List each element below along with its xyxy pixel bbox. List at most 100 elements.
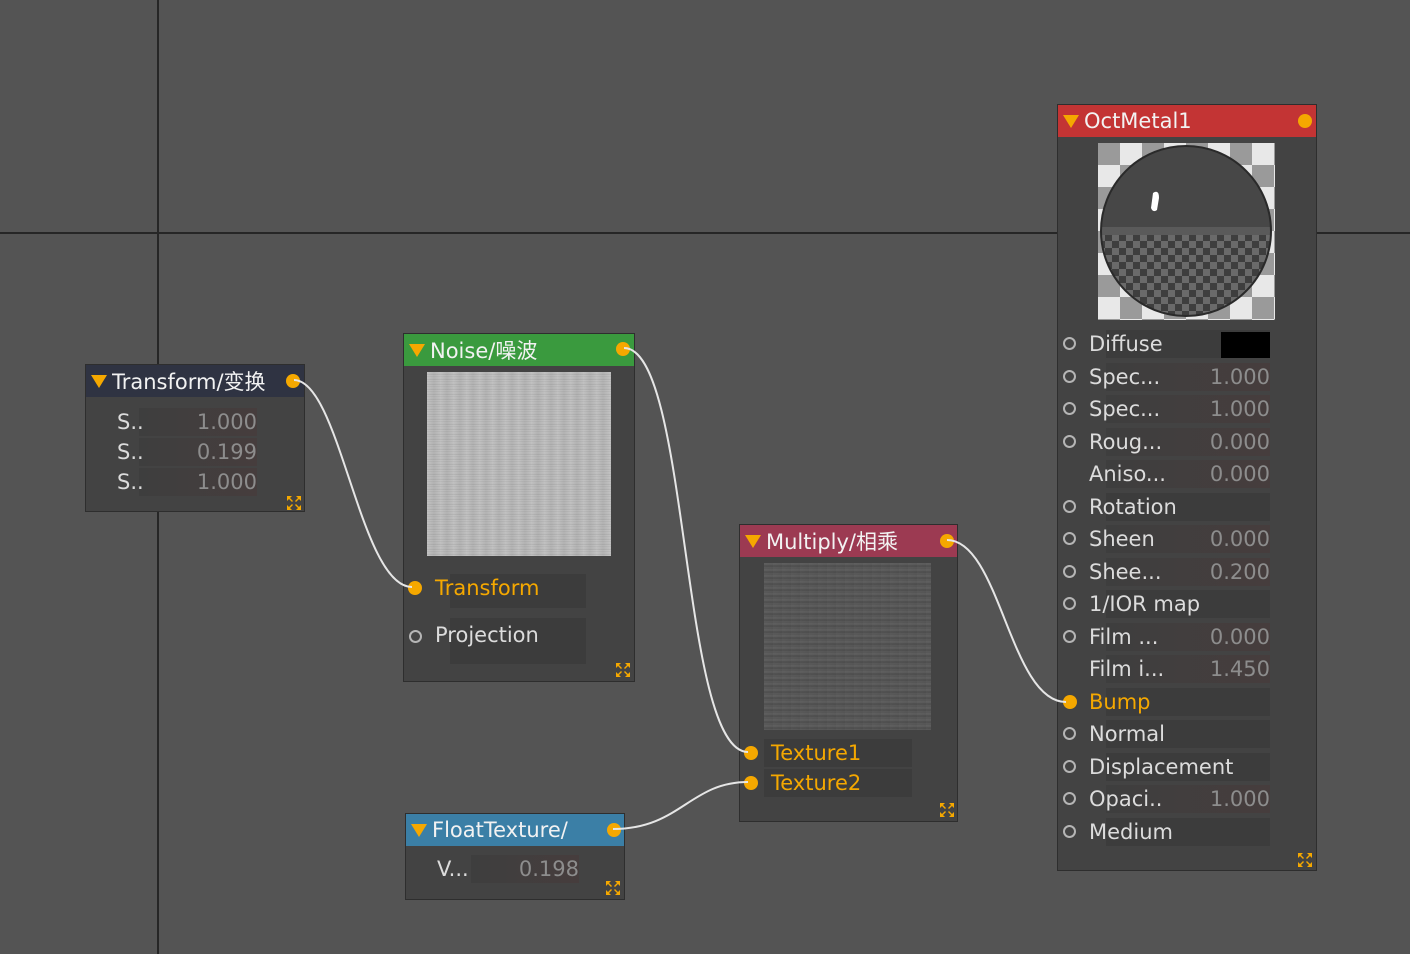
input-port[interactable] (1063, 792, 1076, 805)
input-port[interactable] (1063, 337, 1076, 350)
expand-arrows-icon[interactable] (286, 495, 302, 511)
param-value[interactable]: 1.000 (197, 467, 257, 497)
transform-input-port[interactable] (408, 581, 422, 595)
collapse-triangle-icon[interactable] (91, 374, 107, 388)
metal-input-row[interactable]: Film i... 1.450 (1058, 654, 1270, 684)
input-label: Texture1 (771, 741, 862, 765)
collapse-triangle-icon[interactable] (411, 823, 427, 837)
metal-input-row[interactable]: Spec... 1.000 (1058, 394, 1270, 424)
input-label: Roug... (1089, 429, 1163, 454)
param-label: S.. (117, 470, 144, 494)
noise-input-projection[interactable]: Projection (404, 617, 590, 664)
input-port[interactable] (1063, 402, 1076, 415)
metal-input-row[interactable]: Bump (1058, 687, 1270, 717)
input-label: Normal (1089, 722, 1165, 746)
expand-arrows-icon[interactable] (615, 662, 631, 678)
input-value[interactable]: 1.450 (1210, 654, 1270, 684)
input-port[interactable] (1063, 759, 1076, 773)
expand-arrows-icon[interactable] (939, 802, 955, 818)
input-port[interactable] (1063, 499, 1076, 513)
multiply-node-header[interactable]: Multiply/相乘 (740, 525, 957, 557)
texture1-input-port[interactable] (744, 746, 758, 760)
transform-node-header[interactable]: Transform/变换 (86, 365, 304, 397)
oct-metal-node[interactable]: OctMetal1 Diffuse Spec... 1.000 Spec... 1.00… (1057, 104, 1317, 871)
expand-arrows-icon[interactable] (1297, 852, 1313, 868)
float-texture-node-title: FloatTexture/ (432, 818, 568, 842)
param-value[interactable]: 0.199 (197, 437, 257, 467)
noise-node[interactable]: Noise/噪波 Transform Projection (403, 333, 635, 682)
oct-metal-node-header[interactable]: OctMetal1 (1058, 105, 1316, 137)
transform-param-row[interactable]: S.. 1.000 (117, 407, 257, 437)
multiply-input-texture2[interactable]: Texture2 (740, 768, 912, 798)
input-value[interactable]: 1.000 (1210, 362, 1270, 392)
input-value[interactable]: 1.000 (1210, 784, 1270, 814)
noise-output-port[interactable] (616, 342, 630, 356)
input-value[interactable]: 0.000 (1210, 427, 1270, 457)
float-param-row[interactable]: V... 0.198 (437, 854, 579, 884)
metal-input-row[interactable]: Aniso... 0.000 (1058, 459, 1270, 489)
color-swatch[interactable] (1221, 332, 1270, 358)
metal-input-row[interactable]: 1/IOR map (1058, 589, 1270, 619)
param-label: S.. (117, 440, 144, 464)
metal-input-row[interactable]: Film ... 0.000 (1058, 622, 1270, 652)
input-port[interactable] (1063, 694, 1077, 709)
projection-input-port[interactable] (409, 630, 422, 643)
input-value[interactable]: 1.000 (1210, 394, 1270, 424)
metal-input-row[interactable]: Rotation (1058, 492, 1270, 522)
collapse-triangle-icon[interactable] (1063, 114, 1079, 128)
transform-param-row[interactable]: S.. 1.000 (117, 467, 257, 497)
metal-input-row[interactable]: Sheen 0.000 (1058, 524, 1270, 554)
param-value[interactable]: 0.198 (519, 854, 579, 884)
input-port[interactable] (1063, 597, 1076, 610)
input-value[interactable]: 0.000 (1210, 524, 1270, 554)
input-port[interactable] (1063, 532, 1076, 545)
param-label: S.. (117, 410, 144, 434)
metal-input-row[interactable]: Shee... 0.200 (1058, 557, 1270, 587)
input-port[interactable] (1063, 369, 1076, 383)
texture2-input-port[interactable] (744, 776, 758, 790)
float-texture-output-port[interactable] (607, 823, 621, 837)
transform-param-row[interactable]: S.. 0.199 (117, 437, 257, 467)
input-label: Bump (1089, 689, 1151, 714)
expand-arrows-icon[interactable] (605, 880, 621, 896)
input-port[interactable] (1063, 564, 1076, 578)
metal-input-row[interactable]: Normal (1058, 719, 1270, 749)
metal-input-row[interactable]: Opaci.. 1.000 (1058, 784, 1270, 814)
collapse-triangle-icon[interactable] (745, 534, 761, 548)
input-label: Diffuse (1089, 332, 1163, 356)
input-label: Rotation (1089, 494, 1177, 519)
input-value[interactable]: 0.000 (1210, 622, 1270, 652)
metal-input-row[interactable]: Medium (1058, 817, 1270, 847)
input-port[interactable] (1063, 824, 1076, 838)
input-value[interactable]: 0.200 (1210, 557, 1270, 587)
metal-input-row[interactable]: Diffuse (1058, 329, 1270, 359)
transform-node[interactable]: Transform/变换 S.. 1.000 S.. 0.199 S.. 1.0… (85, 364, 305, 512)
float-texture-node-header[interactable]: FloatTexture/ (406, 814, 624, 846)
metal-input-row[interactable]: Roug... 0.000 (1058, 427, 1270, 457)
noise-node-header[interactable]: Noise/噪波 (404, 334, 634, 366)
input-label: Shee... (1089, 559, 1162, 584)
input-label: 1/IOR map (1089, 592, 1201, 616)
multiply-output-port[interactable] (940, 534, 954, 548)
oct-metal-output-port[interactable] (1298, 114, 1312, 128)
collapse-triangle-icon[interactable] (409, 343, 425, 357)
input-label: Spec... (1089, 397, 1161, 421)
input-label: Spec... (1089, 364, 1161, 389)
input-label: Film ... (1089, 624, 1159, 649)
sphere-horizon (1101, 227, 1271, 235)
noise-texture-preview (427, 372, 611, 556)
input-value[interactable]: 0.000 (1210, 459, 1270, 489)
input-label: Aniso... (1089, 462, 1166, 486)
input-port[interactable] (1063, 434, 1076, 448)
float-texture-node[interactable]: FloatTexture/ V... 0.198 (405, 813, 625, 900)
metal-input-row[interactable]: Spec... 1.000 (1058, 362, 1270, 392)
input-port[interactable] (1063, 727, 1076, 740)
multiply-node[interactable]: Multiply/相乘 Texture1 Texture2 (739, 524, 958, 822)
noise-input-transform[interactable]: Transform (404, 573, 590, 609)
input-label: Texture2 (771, 771, 862, 795)
multiply-input-texture1[interactable]: Texture1 (740, 738, 912, 768)
param-value[interactable]: 1.000 (197, 407, 257, 437)
input-port[interactable] (1063, 629, 1076, 643)
metal-input-row[interactable]: Displacement (1058, 752, 1270, 782)
transform-output-port[interactable] (286, 374, 300, 388)
